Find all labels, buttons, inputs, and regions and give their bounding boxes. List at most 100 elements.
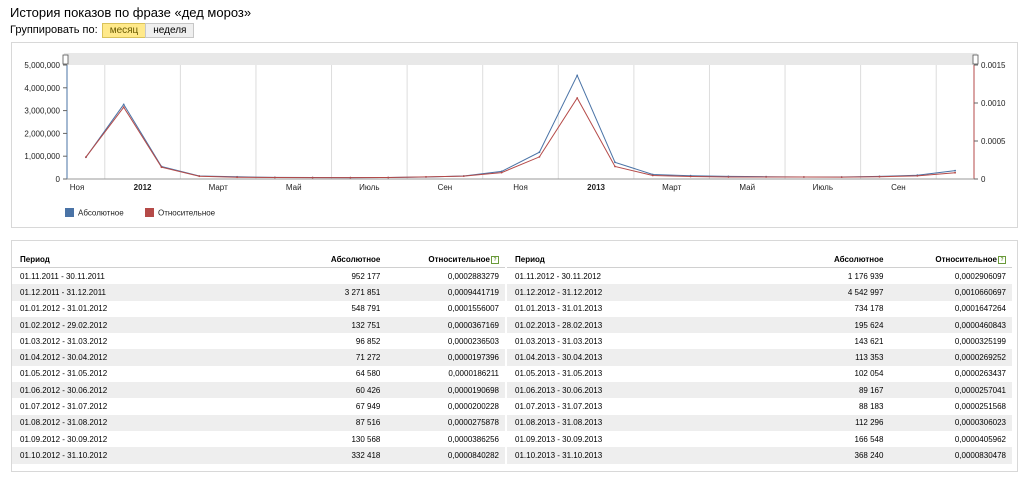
- y-right-tick-label: 0: [981, 175, 986, 184]
- data-point: [85, 156, 87, 158]
- period-cell: 01.03.2013 - 31.03.2013: [515, 336, 603, 346]
- table-row: 01.08.2013 - 31.08.2013 112 296 0,00003060…: [507, 414, 1012, 431]
- period-cell: 01.01.2012 - 31.01.2012: [20, 304, 108, 314]
- x-tick-label: Июль: [813, 183, 833, 192]
- legend-label-relative: Относительное: [158, 209, 216, 218]
- range-handle-left: [62, 54, 69, 65]
- x-tick-label: Ноя: [513, 183, 528, 192]
- absolute-cell: 548 791: [351, 304, 381, 314]
- relative-cell: 0,0001647264: [954, 304, 1006, 314]
- absolute-cell: 734 178: [854, 304, 884, 314]
- relative-cell: 0,0000236503: [447, 336, 499, 346]
- relative-cell: 0,0000197396: [380, 349, 505, 366]
- data-point: [651, 174, 654, 177]
- period-cell: 01.04.2013 - 30.04.2013: [507, 349, 780, 366]
- relative-cell: 0,0000263437: [954, 369, 1006, 379]
- x-tick-label: 2013: [587, 183, 605, 192]
- relative-cell: 0,0002883279: [447, 271, 499, 281]
- data-point: [387, 176, 390, 179]
- absolute-cell: 96 852: [355, 336, 381, 346]
- page-title: История показов по фразе «дед мороз»: [10, 5, 252, 20]
- y-left-tick-label: 1,000,000: [24, 152, 60, 161]
- absolute-cell: 113 353: [779, 349, 884, 366]
- x-tick-label: Ноя: [70, 183, 85, 192]
- table-row: 01.10.2012 - 31.10.2012 332 418 0,00008402…: [12, 447, 505, 464]
- period-cell: 01.10.2012 - 31.10.2012: [12, 447, 226, 464]
- relative-cell: 0,0000186211: [448, 369, 499, 379]
- table-row: 01.07.2012 - 31.07.2012 67 949 0,000020022…: [12, 398, 505, 414]
- range-scroller: [64, 53, 977, 65]
- absolute-cell: 1 176 939: [847, 271, 884, 281]
- table-row: 01.09.2013 - 30.09.2013 166 548 0,00004059…: [507, 431, 1012, 447]
- relative-cell: 0,0000830478: [883, 447, 1012, 464]
- table-row: 01.09.2012 - 30.09.2012 130 568 0,00003862…: [12, 431, 505, 447]
- table-row: 01.12.2012 - 31.12.2012 4 542 997 0,001066…: [507, 284, 1012, 301]
- relative-cell: 0,0000190698: [380, 382, 505, 399]
- data-point: [425, 176, 427, 178]
- data-point: [727, 176, 730, 178]
- help-icon[interactable]: ?: [998, 255, 1006, 264]
- data-point: [954, 171, 956, 174]
- help-icon[interactable]: ?: [491, 255, 499, 264]
- period-cell: 01.11.2011 - 30.11.2011: [20, 271, 105, 281]
- period-cell: 01.07.2013 - 31.07.2013: [515, 402, 603, 412]
- absolute-cell: 4 542 997: [779, 284, 884, 301]
- col-absolute: Абсолютное: [779, 252, 884, 268]
- y-right-tick-label: 0.0015: [981, 61, 1006, 70]
- table-header-row: Период Абсолютное Относительное?: [12, 252, 505, 268]
- data-point: [803, 176, 805, 178]
- relative-cell: 0,0000306023: [883, 414, 1012, 431]
- y-left-tick-label: 0: [56, 175, 61, 184]
- data-point: [840, 176, 843, 179]
- x-tick-label: Март: [209, 183, 228, 192]
- data-point: [954, 169, 956, 172]
- table-left: Период Абсолютное Относительное? 01.11.2…: [12, 252, 505, 464]
- y-right-tick-label: 0.0010: [981, 99, 1006, 108]
- absolute-cell: 64 580: [355, 369, 381, 379]
- table-row: 01.01.2013 - 31.01.2013 734 178 0,00016472…: [507, 301, 1012, 317]
- absolute-cell: 102 054: [854, 369, 884, 379]
- x-tick-label: Май: [286, 183, 302, 192]
- group-by-row: Группировать по: месяц неделя: [10, 22, 195, 38]
- period-cell: 01.02.2013 - 28.02.2013: [507, 316, 780, 334]
- relative-cell: 0,0000200228: [447, 402, 499, 412]
- relative-cell: 0,0000460843: [883, 316, 1012, 334]
- table-panel: Период Абсолютное Относительное? 01.11.2…: [11, 240, 1018, 472]
- table-row: 01.02.2013 - 28.02.2013 195 624 0,00004608…: [507, 316, 1012, 334]
- x-tick-label: Июль: [359, 183, 379, 192]
- data-point: [916, 175, 919, 177]
- table-row: 01.12.2011 - 31.12.2011 3 271 851 0,000944…: [12, 284, 505, 301]
- group-month-button[interactable]: месяц: [101, 22, 147, 38]
- absolute-cell: 166 548: [854, 434, 884, 444]
- data-point: [311, 176, 314, 179]
- data-point: [878, 175, 881, 178]
- history-chart: 0 1,000,000 2,000,000 3,000,000 4,000,000 5,0…: [24, 53, 1006, 218]
- table-row: 01.02.2012 - 29.02.2012 132 751 0,00003671…: [12, 316, 505, 334]
- absolute-cell: 112 296: [779, 414, 884, 431]
- table-row: 01.05.2012 - 31.05.2012 64 580 0,000018621…: [12, 366, 505, 382]
- group-week-button[interactable]: неделя: [145, 22, 195, 38]
- relative-cell: 0,0000405962: [954, 434, 1006, 444]
- y-right-tick-label: 0.0005: [981, 137, 1006, 146]
- period-cell: 01.06.2013 - 30.06.2013: [507, 382, 780, 399]
- legend-label-absolute: Абсолютное: [78, 209, 124, 218]
- data-point: [689, 175, 692, 178]
- x-tick-label: 2012: [134, 183, 152, 192]
- y-left-tick-label: 5,000,000: [24, 61, 60, 70]
- period-cell: 01.08.2013 - 31.08.2013: [507, 414, 780, 431]
- absolute-cell: 332 418: [225, 447, 381, 464]
- absolute-cell: 195 624: [779, 316, 884, 334]
- y-left-tick-label: 3,000,000: [24, 107, 60, 116]
- absolute-cell: 89 167: [779, 382, 884, 399]
- table-right: Период Абсолютное Относительное? 01.11.2…: [507, 252, 1012, 464]
- table-row: 01.03.2012 - 31.03.2012 96 852 0,000023650…: [12, 333, 505, 349]
- relative-cell: 0,0010660697: [883, 284, 1012, 301]
- relative-cell: 0,0000325199: [954, 336, 1006, 346]
- table-row: 01.06.2013 - 30.06.2013 89 167 0,000025704…: [507, 382, 1012, 399]
- relative-cell: 0,0000251568: [954, 402, 1006, 412]
- period-cell: 01.10.2013 - 31.10.2013: [507, 447, 780, 464]
- table-row: 01.05.2013 - 31.05.2013 102 054 0,00002634…: [507, 366, 1012, 382]
- absolute-cell: 88 183: [858, 402, 884, 412]
- x-tick-label: Март: [662, 183, 681, 192]
- period-cell: 01.07.2012 - 31.07.2012: [20, 402, 108, 412]
